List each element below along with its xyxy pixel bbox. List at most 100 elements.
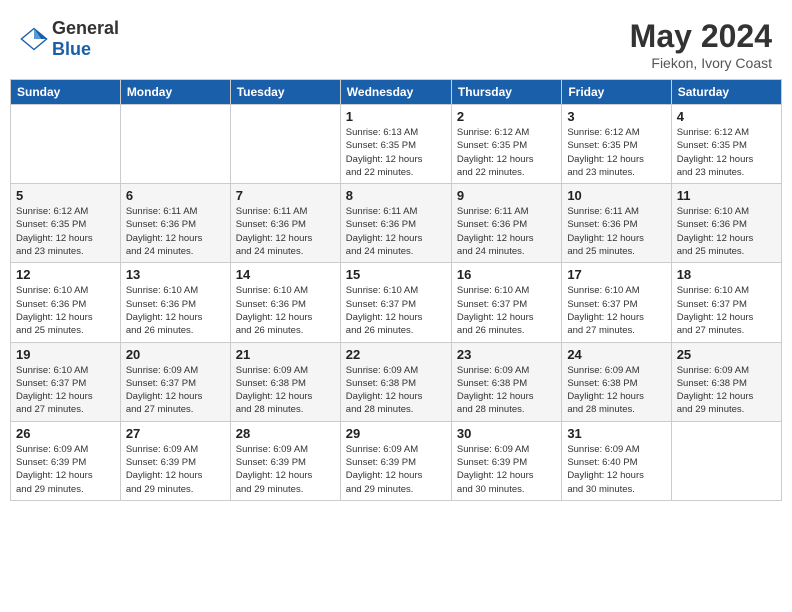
day-info: Sunrise: 6:09 AM Sunset: 6:37 PM Dayligh…: [126, 364, 225, 417]
day-info: Sunrise: 6:10 AM Sunset: 6:37 PM Dayligh…: [16, 364, 115, 417]
calendar-cell: 8 Sunrise: 6:11 AM Sunset: 6:36 PM Daylig…: [340, 184, 451, 263]
weekday-header-saturday: Saturday: [671, 80, 781, 105]
calendar-cell: 14Sunrise: 6:10 AM Sunset: 6:36 PM Dayli…: [230, 263, 340, 342]
calendar-cell: 18 Sunrise: 6:10 AM Sunset: 6:37 PM Dayli…: [671, 263, 781, 342]
day-number: 25: [677, 347, 776, 362]
day-number: 15: [346, 267, 446, 282]
day-number: 5: [16, 188, 115, 203]
day-number: 18: [677, 267, 776, 282]
day-info: Sunrise: 6:09 AM Sunset: 6:38 PM Dayligh…: [457, 364, 556, 417]
day-number: 4: [677, 109, 776, 124]
day-info: Sunrise: 6:09 AM Sunset: 6:38 PM Dayligh…: [677, 364, 776, 417]
calendar-cell: 24 Sunrise: 6:09 AM Sunset: 6:38 PM Dayli…: [562, 342, 671, 421]
day-info: Sunrise: 6:09 AM Sunset: 6:38 PM Dayligh…: [236, 364, 335, 417]
day-number: 1: [346, 109, 446, 124]
calendar-cell: 9 Sunrise: 6:11 AM Sunset: 6:36 PM Daylig…: [451, 184, 561, 263]
calendar-cell: [120, 105, 230, 184]
calendar-cell: 1 Sunrise: 6:13 AM Sunset: 6:35 PM Daylig…: [340, 105, 451, 184]
calendar-cell: 6 Sunrise: 6:11 AM Sunset: 6:36 PM Daylig…: [120, 184, 230, 263]
weekday-header-row: SundayMondayTuesdayWednesdayThursdayFrid…: [11, 80, 782, 105]
calendar-cell: 22 Sunrise: 6:09 AM Sunset: 6:38 PM Dayli…: [340, 342, 451, 421]
calendar-week-4: 19 Sunrise: 6:10 AM Sunset: 6:37 PM Dayli…: [11, 342, 782, 421]
day-info: Sunrise: 6:12 AM Sunset: 6:35 PM Dayligh…: [457, 126, 556, 179]
day-info: Sunrise: 6:10 AM Sunset: 6:37 PM Dayligh…: [346, 284, 446, 337]
calendar-week-2: 5 Sunrise: 6:12 AM Sunset: 6:35 PM Daylig…: [11, 184, 782, 263]
day-number: 24: [567, 347, 665, 362]
calendar-cell: 26Sunrise: 6:09 AM Sunset: 6:39 PM Dayli…: [11, 421, 121, 500]
day-info: Sunrise: 6:12 AM Sunset: 6:35 PM Dayligh…: [567, 126, 665, 179]
day-info: Sunrise: 6:12 AM Sunset: 6:35 PM Dayligh…: [677, 126, 776, 179]
day-info: Sunrise: 6:11 AM Sunset: 6:36 PM Dayligh…: [126, 205, 225, 258]
day-number: 22: [346, 347, 446, 362]
calendar-cell: 2 Sunrise: 6:12 AM Sunset: 6:35 PM Daylig…: [451, 105, 561, 184]
day-info: Sunrise: 6:09 AM Sunset: 6:39 PM Dayligh…: [16, 443, 115, 496]
calendar-cell: 4 Sunrise: 6:12 AM Sunset: 6:35 PM Daylig…: [671, 105, 781, 184]
weekday-header-thursday: Thursday: [451, 80, 561, 105]
calendar-cell: 29Sunrise: 6:09 AM Sunset: 6:39 PM Dayli…: [340, 421, 451, 500]
title-block: May 2024 Fiekon, Ivory Coast: [630, 18, 772, 71]
calendar-week-5: 26Sunrise: 6:09 AM Sunset: 6:39 PM Dayli…: [11, 421, 782, 500]
logo-text: General Blue: [52, 18, 119, 60]
day-info: Sunrise: 6:13 AM Sunset: 6:35 PM Dayligh…: [346, 126, 446, 179]
day-info: Sunrise: 6:09 AM Sunset: 6:39 PM Dayligh…: [126, 443, 225, 496]
calendar-cell: 5 Sunrise: 6:12 AM Sunset: 6:35 PM Daylig…: [11, 184, 121, 263]
day-info: Sunrise: 6:12 AM Sunset: 6:35 PM Dayligh…: [16, 205, 115, 258]
page-header: General Blue May 2024 Fiekon, Ivory Coas…: [10, 10, 782, 75]
calendar-week-1: 1 Sunrise: 6:13 AM Sunset: 6:35 PM Daylig…: [11, 105, 782, 184]
day-number: 3: [567, 109, 665, 124]
day-info: Sunrise: 6:11 AM Sunset: 6:36 PM Dayligh…: [346, 205, 446, 258]
day-number: 7: [236, 188, 335, 203]
calendar-cell: 30 Sunrise: 6:09 AM Sunset: 6:39 PM Dayli…: [451, 421, 561, 500]
weekday-header-sunday: Sunday: [11, 80, 121, 105]
calendar-cell: 19 Sunrise: 6:10 AM Sunset: 6:37 PM Dayli…: [11, 342, 121, 421]
day-info: Sunrise: 6:09 AM Sunset: 6:38 PM Dayligh…: [567, 364, 665, 417]
calendar-cell: 3 Sunrise: 6:12 AM Sunset: 6:35 PM Daylig…: [562, 105, 671, 184]
day-info: Sunrise: 6:11 AM Sunset: 6:36 PM Dayligh…: [457, 205, 556, 258]
logo-general: General: [52, 18, 119, 38]
weekday-header-tuesday: Tuesday: [230, 80, 340, 105]
day-number: 6: [126, 188, 225, 203]
logo-blue: Blue: [52, 39, 91, 59]
weekday-header-monday: Monday: [120, 80, 230, 105]
calendar-cell: 17 Sunrise: 6:10 AM Sunset: 6:37 PM Dayli…: [562, 263, 671, 342]
day-info: Sunrise: 6:11 AM Sunset: 6:36 PM Dayligh…: [567, 205, 665, 258]
day-number: 23: [457, 347, 556, 362]
logo-icon: [20, 25, 48, 53]
calendar-cell: 25 Sunrise: 6:09 AM Sunset: 6:38 PM Dayli…: [671, 342, 781, 421]
day-info: Sunrise: 6:09 AM Sunset: 6:39 PM Dayligh…: [236, 443, 335, 496]
day-number: 27: [126, 426, 225, 441]
calendar-cell: 10Sunrise: 6:11 AM Sunset: 6:36 PM Dayli…: [562, 184, 671, 263]
day-number: 2: [457, 109, 556, 124]
day-number: 19: [16, 347, 115, 362]
day-number: 9: [457, 188, 556, 203]
calendar-week-3: 12 Sunrise: 6:10 AM Sunset: 6:36 PM Dayli…: [11, 263, 782, 342]
calendar-cell: 16Sunrise: 6:10 AM Sunset: 6:37 PM Dayli…: [451, 263, 561, 342]
day-info: Sunrise: 6:10 AM Sunset: 6:37 PM Dayligh…: [677, 284, 776, 337]
day-number: 12: [16, 267, 115, 282]
day-number: 17: [567, 267, 665, 282]
day-number: 29: [346, 426, 446, 441]
calendar-title: May 2024: [630, 18, 772, 55]
day-info: Sunrise: 6:09 AM Sunset: 6:38 PM Dayligh…: [346, 364, 446, 417]
calendar-location: Fiekon, Ivory Coast: [630, 55, 772, 71]
weekday-header-wednesday: Wednesday: [340, 80, 451, 105]
day-number: 11: [677, 188, 776, 203]
day-info: Sunrise: 6:10 AM Sunset: 6:37 PM Dayligh…: [567, 284, 665, 337]
calendar-cell: 23 Sunrise: 6:09 AM Sunset: 6:38 PM Dayli…: [451, 342, 561, 421]
day-number: 8: [346, 188, 446, 203]
day-number: 20: [126, 347, 225, 362]
day-info: Sunrise: 6:10 AM Sunset: 6:36 PM Dayligh…: [126, 284, 225, 337]
day-info: Sunrise: 6:09 AM Sunset: 6:39 PM Dayligh…: [457, 443, 556, 496]
calendar-cell: 12 Sunrise: 6:10 AM Sunset: 6:36 PM Dayli…: [11, 263, 121, 342]
day-number: 16: [457, 267, 556, 282]
day-number: 30: [457, 426, 556, 441]
day-info: Sunrise: 6:10 AM Sunset: 6:36 PM Dayligh…: [16, 284, 115, 337]
day-number: 21: [236, 347, 335, 362]
calendar-cell: [671, 421, 781, 500]
day-number: 28: [236, 426, 335, 441]
calendar-cell: 27 Sunrise: 6:09 AM Sunset: 6:39 PM Dayli…: [120, 421, 230, 500]
day-info: Sunrise: 6:11 AM Sunset: 6:36 PM Dayligh…: [236, 205, 335, 258]
calendar-cell: 15 Sunrise: 6:10 AM Sunset: 6:37 PM Dayli…: [340, 263, 451, 342]
day-number: 13: [126, 267, 225, 282]
calendar-cell: 21 Sunrise: 6:09 AM Sunset: 6:38 PM Dayli…: [230, 342, 340, 421]
